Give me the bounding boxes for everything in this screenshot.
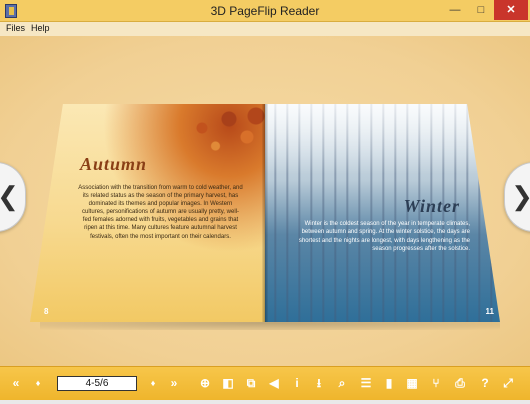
right-page-body: Winter is the coldest season of the year… (298, 221, 470, 253)
menu-bar: Files Help (0, 22, 530, 36)
right-page-number: 11 (485, 307, 494, 316)
next-page-icon[interactable]: ♦ (145, 375, 161, 391)
share-icon[interactable]: ⑂ (428, 375, 444, 391)
winter-trees-image (265, 104, 500, 174)
menu-help[interactable]: Help (31, 23, 50, 33)
next-page-arrow[interactable]: ❯ (504, 162, 530, 232)
single-page-view-icon[interactable]: ⧉ (243, 375, 259, 391)
sound-icon[interactable]: ◀ (266, 375, 282, 391)
left-page-heading: Autumn (80, 154, 148, 174)
zoom-in-icon[interactable]: ⊕ (197, 375, 213, 391)
table-of-contents-icon[interactable]: ☰ (358, 375, 374, 391)
bottom-toolbar: « ♦ 4-5/6 ♦ » ⊕ ◧ ⧉ ◀ i ⭳ ⌕ ☰ ▮ ▦ ⑂ ⎙ ? … (0, 366, 530, 400)
left-page-number: 8 (44, 307, 49, 316)
menu-files[interactable]: Files (6, 23, 25, 33)
last-page-icon[interactable]: » (166, 375, 182, 391)
left-page[interactable]: Autumn Association with the transition f… (30, 104, 265, 322)
minimize-button[interactable]: — (442, 0, 468, 20)
bookmark-icon[interactable]: ▮ (381, 375, 397, 391)
thumbnail-grid-icon[interactable]: ▦ (404, 375, 420, 391)
prev-page-arrow[interactable]: ❮ (0, 162, 26, 232)
print-icon[interactable]: ⎙ (452, 375, 468, 391)
help-icon[interactable]: ? (477, 375, 493, 391)
search-icon[interactable]: ⌕ (334, 375, 350, 391)
thumbnails-icon[interactable]: ◧ (220, 375, 236, 391)
download-icon[interactable]: ⭳ (311, 375, 327, 391)
left-page-body: Association with the transition from war… (78, 185, 243, 240)
book-spine (262, 104, 268, 322)
autumn-leaves-image (175, 104, 265, 164)
maximize-button[interactable]: □ (468, 0, 494, 20)
info-icon[interactable]: i (289, 375, 305, 391)
fullscreen-icon[interactable]: ⤢ (500, 375, 516, 391)
first-page-icon[interactable]: « (8, 375, 24, 391)
right-page-heading: Winter (403, 196, 460, 216)
status-bar (0, 400, 530, 404)
close-button[interactable]: ✕ (494, 0, 528, 20)
right-page[interactable]: Winter Winter is the coldest season of t… (265, 104, 500, 322)
page-number-field[interactable]: 4-5/6 (57, 376, 137, 391)
previous-page-icon[interactable]: ♦ (30, 375, 46, 391)
title-bar: 3D PageFlip Reader — □ ✕ (0, 0, 530, 22)
book-stage: ❮ ❯ Autumn Association with the transiti… (0, 36, 530, 366)
